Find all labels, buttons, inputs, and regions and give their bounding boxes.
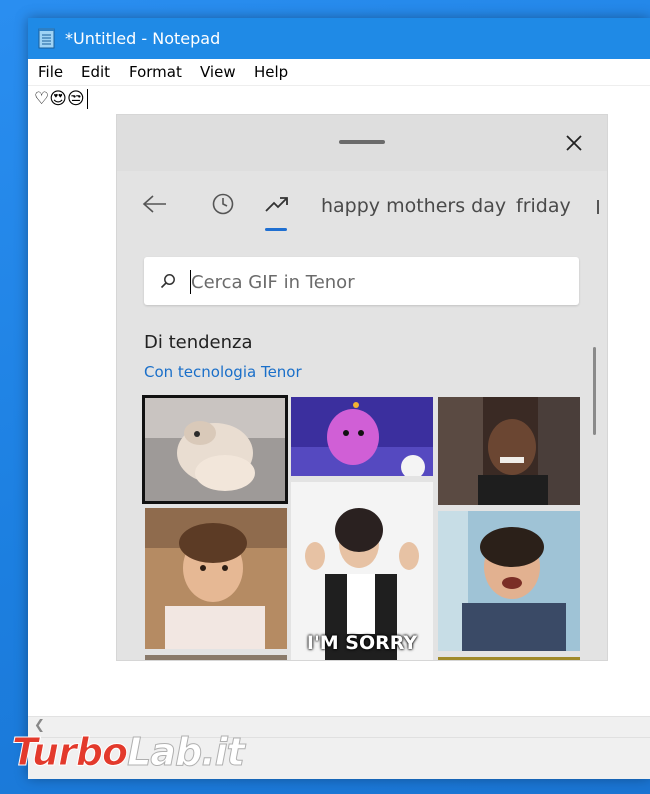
panel-header [117, 115, 607, 171]
gif-tabs: happy mothers day friday [117, 171, 607, 237]
powered-by-tenor-link[interactable]: Con tecnologia Tenor [144, 363, 302, 381]
tab-happy-mothers-day[interactable]: happy mothers day [321, 195, 506, 217]
title-bar[interactable]: *Untitled - Notepad [28, 18, 650, 59]
watermark-part2: Lab.it [127, 730, 246, 775]
trending-icon[interactable] [265, 195, 289, 213]
emoji-gif-panel: happy mothers day friday Di tendenza Con… [117, 115, 607, 660]
pug-image [145, 398, 285, 501]
text-caret [86, 89, 88, 109]
gif-thumbnail[interactable] [438, 657, 580, 660]
menu-bar: File Edit Format View Help [28, 59, 650, 86]
gif-thumbnail[interactable] [438, 511, 580, 651]
back-arrow-icon[interactable] [142, 194, 168, 214]
gif-thumbnail[interactable] [291, 397, 433, 476]
editor-content: ♡😍😒 [34, 89, 85, 109]
menu-help[interactable]: Help [254, 63, 288, 81]
gif-search-box[interactable] [144, 257, 579, 305]
watermark-part1: Turbo [11, 730, 128, 775]
laughing-boy-image [438, 511, 580, 651]
girl-image [145, 508, 287, 649]
clock-icon[interactable] [212, 193, 234, 215]
tab-overflow-indicator [597, 200, 599, 214]
laughing-man-image [438, 397, 580, 505]
menu-file[interactable]: File [38, 63, 63, 81]
close-icon[interactable] [563, 132, 585, 154]
gif-thumbnail[interactable] [145, 508, 287, 649]
active-tab-indicator [265, 228, 287, 231]
gif-thumbnail[interactable] [145, 655, 287, 660]
menu-view[interactable]: View [200, 63, 236, 81]
gif-thumbnail[interactable] [145, 398, 285, 501]
window-title: *Untitled - Notepad [65, 29, 221, 48]
gif-thumbnail[interactable]: I'M SORRY [291, 482, 433, 660]
gif-caption: I'M SORRY [306, 632, 418, 654]
vertical-scrollbar-thumb[interactable] [593, 347, 596, 435]
tab-friday[interactable]: friday [516, 195, 571, 217]
section-title: Di tendenza [144, 332, 253, 353]
search-icon [160, 274, 175, 289]
gif-thumbnail[interactable] [438, 397, 580, 505]
notepad-icon [38, 28, 55, 49]
watermark-logo: TurboLab.it [11, 730, 246, 775]
menu-format[interactable]: Format [129, 63, 182, 81]
editor-text-line: ♡😍😒 [34, 88, 88, 110]
cartoon-image [291, 397, 433, 476]
drag-handle[interactable] [339, 140, 385, 144]
gif-search-input[interactable] [191, 269, 561, 295]
menu-edit[interactable]: Edit [81, 63, 110, 81]
